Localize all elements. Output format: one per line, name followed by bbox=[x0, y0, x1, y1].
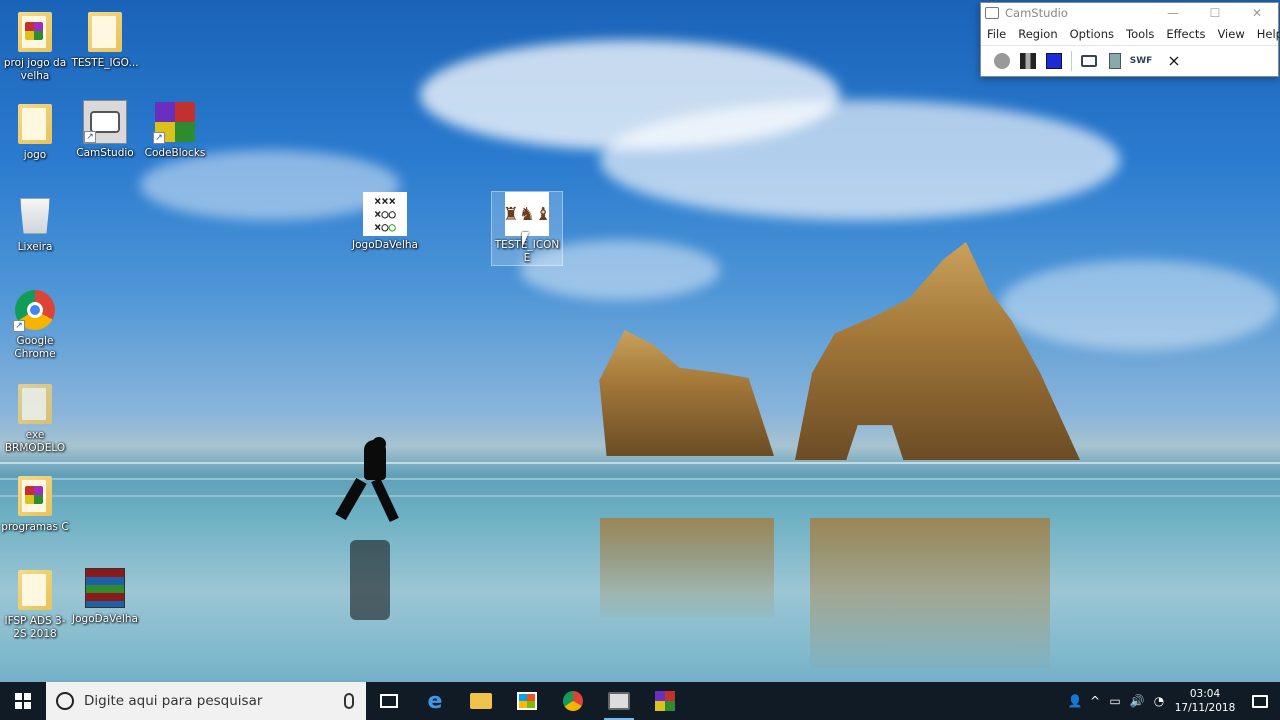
chrome-icon[interactable] bbox=[550, 682, 596, 720]
pause-icon[interactable] bbox=[1015, 50, 1041, 72]
wifi-icon[interactable]: ◔ bbox=[1148, 682, 1170, 720]
desktop-icon-teste-icone[interactable]: ♜♞♝ TESTE_ICONE bbox=[491, 191, 563, 266]
desktop-icon-label: proj jogo da velha bbox=[3, 57, 67, 82]
desktop-icon-camstudio[interactable]: ↗ CamStudio bbox=[70, 100, 140, 160]
folder-icon bbox=[83, 10, 127, 54]
desktop-icon-label: TESTE_IGO... bbox=[71, 57, 139, 69]
task-view-icon[interactable] bbox=[366, 682, 412, 720]
window-title: CamStudio bbox=[1005, 6, 1068, 20]
desktop-icon-label: CodeBlocks bbox=[144, 147, 206, 159]
codeblocks-icon[interactable] bbox=[642, 682, 688, 720]
mouse-cursor-icon bbox=[522, 232, 529, 248]
chess-icon: ♜♞♝ bbox=[503, 192, 551, 236]
maximize-button[interactable]: ☐ bbox=[1194, 3, 1236, 23]
camstudio-icon[interactable] bbox=[596, 682, 642, 720]
camstudio-toolbar: SWF ⨯ bbox=[981, 45, 1278, 75]
cortana-icon bbox=[56, 692, 74, 710]
desktop-icon-proj-jogo-da-velha[interactable]: proj jogo da velha bbox=[0, 10, 70, 83]
clock-time: 03:04 bbox=[1189, 688, 1221, 700]
desktop-icon-ifsp-ads[interactable]: IFSP ADS 3-2S 2018 bbox=[0, 568, 70, 641]
desktop-icon-label: programas C bbox=[1, 521, 69, 533]
camstudio-titlebar[interactable]: CamStudio — ☐ ✕ bbox=[981, 3, 1278, 23]
winrar-archive-icon bbox=[83, 566, 127, 610]
desktop-icon-jogodavelha-rar[interactable]: JogoDaVelha bbox=[70, 566, 140, 626]
menu-file[interactable]: File bbox=[987, 27, 1006, 41]
tic-tac-toe-icon: ××× ×○○ ×○○ bbox=[363, 192, 407, 236]
chevron-up-icon[interactable]: ^ bbox=[1086, 682, 1104, 720]
chrome-icon: ↗ bbox=[13, 288, 57, 332]
camstudio-app-icon bbox=[985, 7, 999, 19]
search-box[interactable]: Digite aqui para pesquisar bbox=[46, 682, 366, 720]
video-icon[interactable] bbox=[1102, 50, 1128, 72]
menu-tools[interactable]: Tools bbox=[1126, 27, 1154, 41]
store-icon[interactable] bbox=[504, 682, 550, 720]
desktop-icon-label: CamStudio bbox=[76, 147, 134, 159]
desktop-icon-label: exe BRMODELO bbox=[4, 429, 66, 454]
annotate-icon[interactable] bbox=[1076, 50, 1102, 72]
desktop-icon-jogo[interactable]: jogo bbox=[0, 102, 70, 162]
desktop-icon-label: IFSP ADS 3-2S 2018 bbox=[4, 615, 66, 640]
folder-icon bbox=[13, 10, 57, 54]
exit-icon[interactable]: ⨯ bbox=[1154, 50, 1194, 72]
swf-icon[interactable]: SWF bbox=[1128, 50, 1154, 72]
windows-logo-icon bbox=[15, 693, 31, 709]
clock-date: 17/11/2018 bbox=[1174, 702, 1236, 714]
people-icon[interactable]: 👤 bbox=[1064, 682, 1086, 720]
desktop-icon-label: jogo bbox=[23, 149, 47, 161]
desktop-icon-label: Google Chrome bbox=[14, 335, 56, 360]
desktop-icon-label: JogoDaVelha bbox=[352, 239, 418, 251]
minimize-button[interactable]: — bbox=[1152, 3, 1194, 23]
menu-effects[interactable]: Effects bbox=[1166, 27, 1205, 41]
clock[interactable]: 03:04 17/11/2018 bbox=[1170, 687, 1240, 715]
record-icon[interactable] bbox=[989, 50, 1015, 72]
recycle-bin-icon bbox=[13, 194, 57, 238]
desktop-icon-exe-brmodelo[interactable]: exe BRMODELO bbox=[0, 382, 70, 455]
camstudio-icon: ↗ bbox=[83, 100, 127, 144]
folder-icon bbox=[13, 474, 57, 518]
battery-icon[interactable]: ▭ bbox=[1104, 682, 1126, 720]
desktop-icon-google-chrome[interactable]: ↗ Google Chrome bbox=[0, 288, 70, 361]
desktop-icon-jogodavelha[interactable]: ××× ×○○ ×○○ JogoDaVelha bbox=[350, 192, 420, 252]
camstudio-window: CamStudio — ☐ ✕ File Region Options Tool… bbox=[980, 2, 1280, 77]
edge-icon[interactable]: e bbox=[412, 682, 458, 720]
folder-icon bbox=[13, 102, 57, 146]
desktop-icon-programas-c[interactable]: programas C bbox=[0, 474, 70, 534]
menu-options[interactable]: Options bbox=[1070, 27, 1114, 41]
desktop-icon-lixeira[interactable]: Lixeira bbox=[0, 194, 70, 254]
codeblocks-icon: ↗ bbox=[153, 100, 197, 144]
search-placeholder: Digite aqui para pesquisar bbox=[84, 693, 263, 709]
menu-help[interactable]: Help bbox=[1257, 27, 1280, 41]
start-button[interactable] bbox=[0, 682, 46, 720]
taskbar: Digite aqui para pesquisar e 👤 ^ ▭ 🔊 ◔ 0… bbox=[0, 682, 1280, 720]
microphone-icon[interactable] bbox=[344, 693, 354, 709]
folder-icon bbox=[13, 568, 57, 612]
folder-icon bbox=[13, 382, 57, 426]
system-tray: 👤 ^ ▭ 🔊 ◔ 03:04 17/11/2018 bbox=[1064, 682, 1280, 720]
file-explorer-icon[interactable] bbox=[458, 682, 504, 720]
desktop-icon-teste-igo[interactable]: TESTE_IGO... bbox=[70, 10, 140, 70]
stop-icon[interactable] bbox=[1041, 50, 1067, 72]
desktop-icon-label: Lixeira bbox=[17, 241, 53, 253]
menu-bar: File Region Options Tools Effects View H… bbox=[981, 23, 1280, 45]
menu-view[interactable]: View bbox=[1217, 27, 1244, 41]
close-button[interactable]: ✕ bbox=[1236, 3, 1278, 23]
notification-center-icon[interactable] bbox=[1240, 682, 1280, 720]
desktop-icon-codeblocks[interactable]: ↗ CodeBlocks bbox=[140, 100, 210, 160]
desktop-icon-label: JogoDaVelha bbox=[72, 613, 138, 625]
menu-region[interactable]: Region bbox=[1018, 27, 1057, 41]
volume-icon[interactable]: 🔊 bbox=[1126, 682, 1148, 720]
